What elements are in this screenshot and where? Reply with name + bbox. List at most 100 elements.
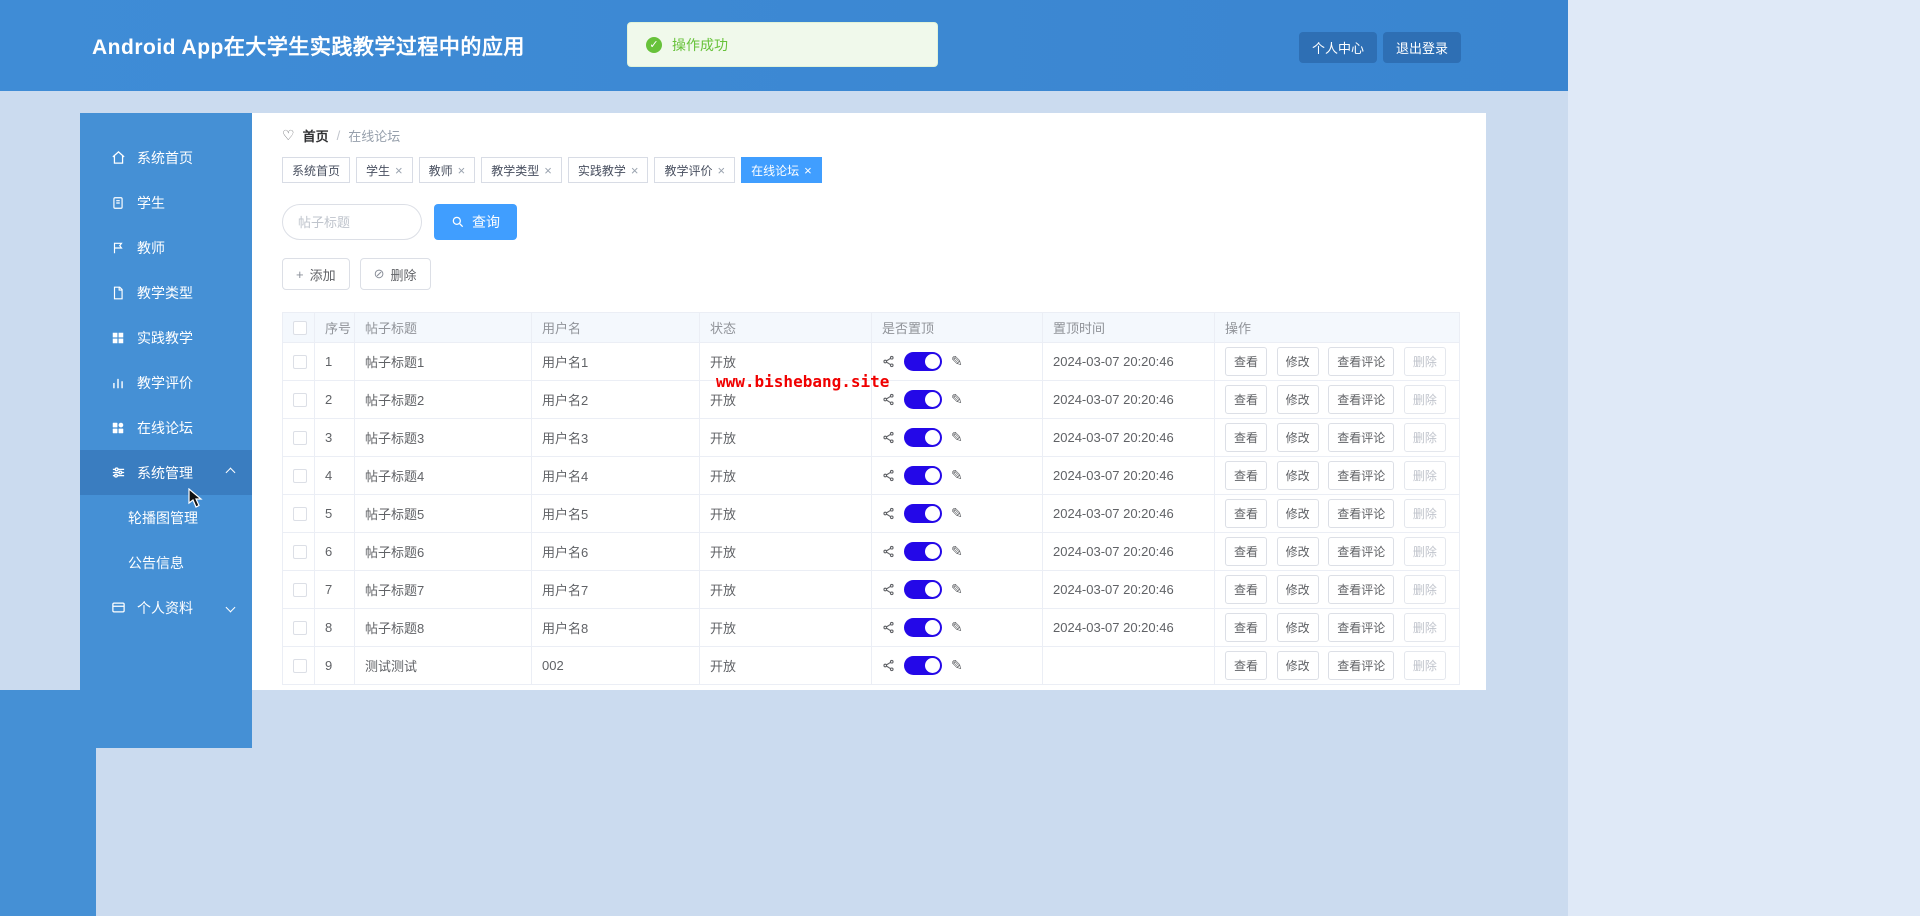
edit-button[interactable]: 修改 bbox=[1276, 423, 1319, 452]
tab-home[interactable]: 系统首页 bbox=[282, 157, 351, 183]
pin-toggle[interactable] bbox=[904, 352, 942, 371]
close-icon[interactable]: × bbox=[804, 164, 812, 177]
share-icon[interactable] bbox=[882, 355, 895, 368]
tab-students[interactable]: 学生 × bbox=[356, 157, 413, 183]
view-button[interactable]: 查看 bbox=[1225, 461, 1268, 490]
row-checkbox[interactable] bbox=[293, 393, 307, 408]
pin-toggle[interactable] bbox=[904, 504, 942, 523]
delete-row-button[interactable]: 删除 bbox=[1403, 347, 1446, 376]
share-icon[interactable] bbox=[882, 507, 895, 520]
edit-button[interactable]: 修改 bbox=[1276, 651, 1319, 680]
edit-pencil-icon[interactable]: ✎ bbox=[951, 391, 963, 408]
close-icon[interactable]: × bbox=[395, 164, 403, 177]
view-comments-button[interactable]: 查看评论 bbox=[1328, 461, 1395, 490]
row-checkbox[interactable] bbox=[293, 659, 307, 674]
view-button[interactable]: 查看 bbox=[1225, 499, 1268, 528]
sidebar-item-online-forum[interactable]: 在线论坛 bbox=[80, 405, 252, 450]
view-button[interactable]: 查看 bbox=[1225, 385, 1268, 414]
view-comments-button[interactable]: 查看评论 bbox=[1328, 499, 1395, 528]
delete-row-button[interactable]: 删除 bbox=[1403, 575, 1446, 604]
sidebar-subitem-announcements[interactable]: 公告信息 bbox=[80, 540, 252, 585]
row-checkbox[interactable] bbox=[293, 545, 307, 560]
edit-pencil-icon[interactable]: ✎ bbox=[951, 505, 963, 522]
row-checkbox[interactable] bbox=[293, 621, 307, 636]
tab-teaching-types[interactable]: 教学类型 × bbox=[481, 157, 562, 183]
sidebar-item-teachers[interactable]: 教师 bbox=[80, 225, 252, 270]
view-comments-button[interactable]: 查看评论 bbox=[1328, 651, 1395, 680]
delete-row-button[interactable]: 删除 bbox=[1403, 613, 1446, 642]
sidebar-item-teaching-types[interactable]: 教学类型 bbox=[80, 270, 252, 315]
row-checkbox[interactable] bbox=[293, 583, 307, 598]
sidebar-item-teaching-evaluation[interactable]: 教学评价 bbox=[80, 360, 252, 405]
pin-toggle[interactable] bbox=[904, 580, 942, 599]
edit-button[interactable]: 修改 bbox=[1276, 461, 1319, 490]
delete-row-button[interactable]: 删除 bbox=[1403, 385, 1446, 414]
pin-toggle[interactable] bbox=[904, 656, 942, 675]
pin-toggle[interactable] bbox=[904, 618, 942, 637]
share-icon[interactable] bbox=[882, 431, 895, 444]
pin-toggle[interactable] bbox=[904, 542, 942, 561]
delete-row-button[interactable]: 删除 bbox=[1403, 423, 1446, 452]
edit-button[interactable]: 修改 bbox=[1276, 499, 1319, 528]
view-comments-button[interactable]: 查看评论 bbox=[1328, 537, 1395, 566]
row-checkbox[interactable] bbox=[293, 507, 307, 522]
view-button[interactable]: 查看 bbox=[1225, 537, 1268, 566]
tab-practice-teaching[interactable]: 实践教学 × bbox=[567, 157, 649, 183]
view-button[interactable]: 查看 bbox=[1225, 347, 1268, 376]
pin-toggle[interactable] bbox=[904, 390, 942, 409]
edit-button[interactable]: 修改 bbox=[1276, 385, 1319, 414]
row-checkbox[interactable] bbox=[293, 431, 307, 446]
edit-pencil-icon[interactable]: ✎ bbox=[951, 619, 963, 636]
view-button[interactable]: 查看 bbox=[1225, 423, 1268, 452]
edit-button[interactable]: 修改 bbox=[1276, 575, 1319, 604]
search-input[interactable] bbox=[282, 204, 422, 240]
select-all-checkbox[interactable] bbox=[293, 321, 307, 336]
sidebar-subitem-carousel-management[interactable]: 轮播图管理 bbox=[80, 495, 252, 540]
view-comments-button[interactable]: 查看评论 bbox=[1328, 423, 1395, 452]
view-comments-button[interactable]: 查看评论 bbox=[1328, 385, 1395, 414]
logout-button[interactable]: 退出登录 bbox=[1382, 32, 1461, 63]
delete-button[interactable]: ⊘ 删除 bbox=[359, 258, 431, 290]
close-icon[interactable]: × bbox=[458, 164, 466, 177]
tab-teaching-evaluation[interactable]: 教学评价 × bbox=[654, 157, 736, 183]
edit-button[interactable]: 修改 bbox=[1276, 613, 1319, 642]
profile-button[interactable]: 个人中心 bbox=[1298, 32, 1377, 63]
view-button[interactable]: 查看 bbox=[1225, 575, 1268, 604]
breadcrumb-home[interactable]: 首页 bbox=[303, 126, 329, 145]
close-icon[interactable]: × bbox=[717, 164, 725, 177]
delete-row-button[interactable]: 删除 bbox=[1403, 651, 1446, 680]
close-icon[interactable]: × bbox=[544, 164, 552, 177]
delete-row-button[interactable]: 删除 bbox=[1403, 461, 1446, 490]
edit-button[interactable]: 修改 bbox=[1276, 347, 1319, 376]
view-comments-button[interactable]: 查看评论 bbox=[1328, 347, 1395, 376]
view-button[interactable]: 查看 bbox=[1225, 613, 1268, 642]
sidebar-item-system-management[interactable]: 系统管理 bbox=[80, 450, 252, 495]
edit-pencil-icon[interactable]: ✎ bbox=[951, 581, 963, 598]
edit-button[interactable]: 修改 bbox=[1276, 537, 1319, 566]
share-icon[interactable] bbox=[882, 621, 895, 634]
share-icon[interactable] bbox=[882, 469, 895, 482]
pin-toggle[interactable] bbox=[904, 428, 942, 447]
edit-pencil-icon[interactable]: ✎ bbox=[951, 353, 963, 370]
tab-online-forum[interactable]: 在线论坛 × bbox=[741, 157, 822, 183]
delete-row-button[interactable]: 删除 bbox=[1403, 537, 1446, 566]
row-checkbox[interactable] bbox=[293, 355, 307, 370]
edit-pencil-icon[interactable]: ✎ bbox=[951, 657, 963, 674]
row-checkbox[interactable] bbox=[293, 469, 307, 484]
view-button[interactable]: 查看 bbox=[1225, 651, 1268, 680]
edit-pencil-icon[interactable]: ✎ bbox=[951, 467, 963, 484]
share-icon[interactable] bbox=[882, 545, 895, 558]
sidebar-item-practice-teaching[interactable]: 实践教学 bbox=[80, 315, 252, 360]
edit-pencil-icon[interactable]: ✎ bbox=[951, 429, 963, 446]
edit-pencil-icon[interactable]: ✎ bbox=[951, 543, 963, 560]
tab-teachers[interactable]: 教师 × bbox=[418, 157, 476, 183]
pin-toggle[interactable] bbox=[904, 466, 942, 485]
share-icon[interactable] bbox=[882, 659, 895, 672]
delete-row-button[interactable]: 删除 bbox=[1403, 499, 1446, 528]
sidebar-item-profile[interactable]: 个人资料 bbox=[80, 585, 252, 630]
sidebar-item-students[interactable]: 学生 bbox=[80, 180, 252, 225]
view-comments-button[interactable]: 查看评论 bbox=[1328, 613, 1395, 642]
view-comments-button[interactable]: 查看评论 bbox=[1328, 575, 1395, 604]
close-icon[interactable]: × bbox=[631, 164, 639, 177]
add-button[interactable]: + 添加 bbox=[282, 258, 350, 290]
